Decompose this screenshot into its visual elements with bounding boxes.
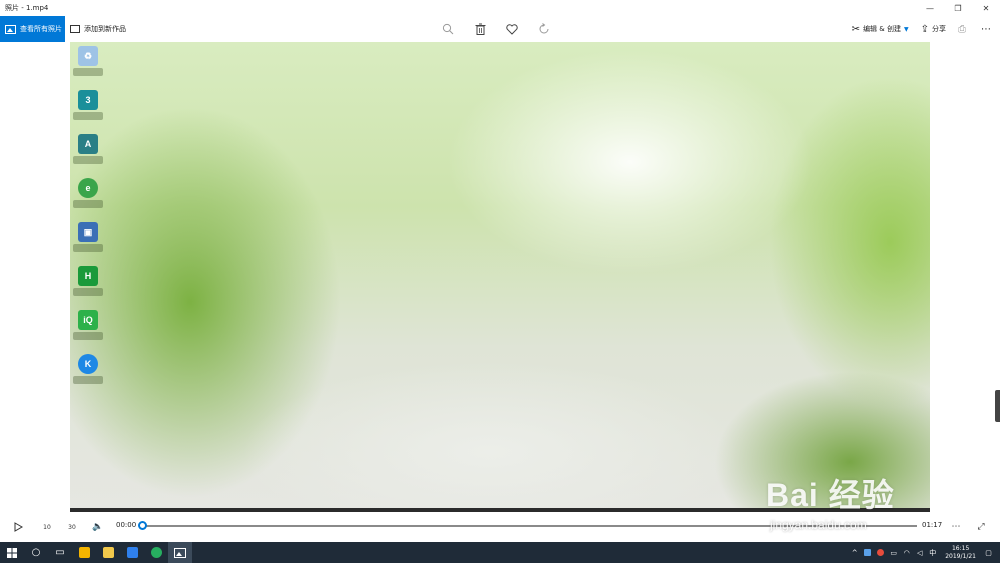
skip-back-button[interactable]: 10	[39, 519, 55, 535]
seek-bar[interactable]	[142, 525, 917, 527]
system-tray: ^ ▭ ◠ ◁ 中 16:15 2019/1/21 ▢	[848, 542, 1000, 563]
clock-time: 16:15	[951, 544, 970, 552]
volume-icon[interactable]: 🔈	[90, 519, 106, 535]
qq-icon[interactable]	[875, 547, 886, 558]
print-button[interactable]: ⎙	[952, 16, 975, 42]
right-tools: ✂ 编辑 & 创建 ▼ ⇪ 分享 ⎙ ⋯	[846, 16, 1000, 42]
chevron-down-icon: ▼	[903, 25, 909, 33]
current-time: 00:00	[116, 521, 137, 529]
share-icon: ⇪	[920, 23, 929, 35]
speaker-icon[interactable]: ◁	[914, 547, 925, 558]
edit-create-button[interactable]: ✂ 编辑 & 创建 ▼	[846, 16, 915, 42]
iqiyi-icon: iQ	[73, 310, 103, 354]
skip-forward-button[interactable]: 30	[64, 519, 80, 535]
total-time: 01:17	[922, 521, 943, 529]
fullscreen-icon[interactable]: ⤢	[973, 519, 989, 535]
wifi-icon[interactable]: ◠	[901, 547, 912, 558]
zoom-icon[interactable]	[440, 21, 456, 37]
skip-forward-label: 30	[68, 523, 76, 531]
store-icon[interactable]	[72, 542, 96, 563]
add-to-creation-button[interactable]: 添加到新作品	[70, 16, 126, 42]
restore-button[interactable]: ❐	[944, 0, 972, 16]
add-creation-icon	[70, 25, 80, 33]
minimize-button[interactable]: —	[916, 0, 944, 16]
scissors-icon: ✂	[851, 23, 861, 35]
desktop-icons-in-video: ♻ 3 A e ▣ H iQ K	[73, 46, 103, 398]
delete-icon[interactable]	[472, 21, 488, 37]
recycle-bin-icon: ♻	[73, 46, 103, 90]
notification-icon[interactable]: ▢	[983, 547, 994, 558]
ime-indicator[interactable]: 中	[927, 547, 938, 558]
more-button[interactable]: ⋯	[975, 16, 1000, 42]
skip-back-label: 10	[43, 523, 51, 531]
computer-icon: ▣	[73, 222, 103, 266]
toolbar: 查看所有照片 添加到新作品 ✂ 编辑 & 创建 ▼ ⇪ 分享 ⎙ ⋯	[0, 16, 1000, 42]
share-label: 分享	[932, 25, 946, 33]
play-icon[interactable]	[10, 519, 26, 535]
browser-app-icon[interactable]	[144, 542, 168, 563]
media-stage: ♻ 3 A e ▣ H iQ K	[0, 42, 1000, 512]
seek-thumb[interactable]	[138, 521, 147, 530]
share-button[interactable]: ⇪ 分享	[915, 16, 952, 42]
edit-create-label: 编辑 & 创建	[863, 25, 901, 33]
k-app-icon: K	[73, 354, 103, 398]
title-bar: 照片 - 1.mp4 — ❐ ✕	[0, 0, 1000, 16]
center-tools	[440, 16, 552, 42]
clock-date: 2019/1/21	[945, 552, 976, 560]
start-button[interactable]	[0, 542, 24, 563]
photo-viewer-app-icon[interactable]	[120, 542, 144, 563]
close-button[interactable]: ✕	[972, 0, 1000, 16]
heart-icon[interactable]	[504, 21, 520, 37]
view-all-photos-label: 查看所有照片	[20, 25, 62, 33]
windows-taskbar: ○ ▭ ^ ▭ ◠ ◁ 中 16:15 2019/1/21 ▢	[0, 542, 1000, 563]
network-app-icon[interactable]	[862, 547, 873, 558]
battery-icon[interactable]: ▭	[888, 547, 899, 558]
h-app-icon: H	[73, 266, 103, 310]
photos-app-taskbar-icon[interactable]	[168, 542, 192, 563]
autocad-icon: A	[73, 134, 103, 178]
view-all-photos-button[interactable]: 查看所有照片	[0, 16, 65, 42]
browser-icon: e	[73, 178, 103, 222]
more-options-icon[interactable]: ⋯	[948, 519, 964, 535]
printer-icon: ⎙	[958, 23, 966, 35]
3dsmax-icon: 3	[73, 90, 103, 134]
add-to-creation-label: 添加到新作品	[84, 25, 126, 33]
window-title: 照片 - 1.mp4	[5, 4, 49, 12]
side-handle[interactable]	[995, 390, 1000, 422]
photos-app-window: 照片 - 1.mp4 — ❐ ✕ 查看所有照片 添加到新作品 ✂ 编辑 & 创建…	[0, 0, 1000, 563]
file-explorer-icon[interactable]	[96, 542, 120, 563]
task-view-icon[interactable]: ▭	[48, 542, 72, 563]
photo-icon	[5, 24, 16, 34]
taskbar-clock[interactable]: 16:15 2019/1/21	[945, 545, 976, 561]
rotate-icon[interactable]	[536, 21, 552, 37]
more-icon: ⋯	[981, 23, 991, 35]
chevron-up-icon[interactable]: ^	[849, 547, 860, 558]
player-controls: 10 30 🔈 00:00 01:17 ⋯ ⤢	[0, 512, 1000, 542]
video-frame[interactable]: ♻ 3 A e ▣ H iQ K	[70, 42, 930, 512]
search-icon[interactable]: ○	[24, 542, 48, 563]
